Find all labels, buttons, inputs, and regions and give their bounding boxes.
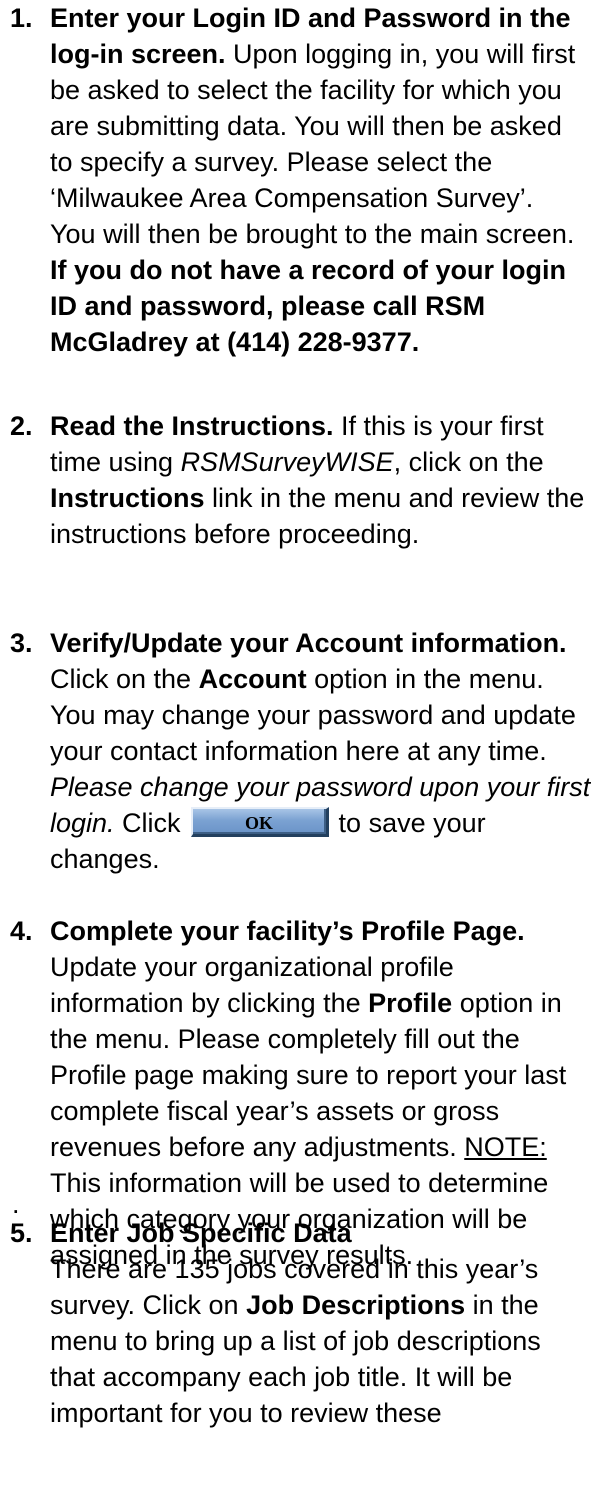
bold-text: Profile	[368, 988, 453, 1018]
step-number: 5.	[10, 1218, 33, 1248]
step-text: Enter Job Specific Data There are 135 job…	[50, 1215, 590, 1431]
text-line: Verify/Update your Account information.	[50, 625, 590, 661]
text-run: revenues before any adjustments.	[50, 1132, 465, 1162]
text-line: instructions before proceeding.	[50, 516, 590, 552]
text-run: that accompany each job title. It will b…	[50, 1362, 513, 1392]
bold-text: Read the Instructions.	[50, 411, 334, 441]
text-line: Enter your Login ID and Password in the	[50, 0, 590, 36]
text-run: information by clicking the	[50, 988, 369, 1018]
italic-text: RSMSurveyWISE	[180, 447, 394, 477]
ok-button[interactable]: OK	[190, 806, 329, 837]
italic-text: Please change your password upon your fi…	[50, 772, 591, 802]
text-line: This information will be used to determi…	[50, 1165, 590, 1201]
text-line: Instructions link in the menu and review…	[50, 480, 590, 516]
text-run: instructions before proceeding.	[50, 519, 420, 549]
text-run: to save your	[338, 808, 486, 838]
bold-text: Enter Job Specific Data	[50, 1218, 352, 1248]
text-line: menu to bring up a list of job descripti…	[50, 1323, 590, 1359]
underlined-text: NOTE:	[464, 1132, 547, 1162]
bold-text: Account	[198, 664, 307, 694]
text-line: time using RSMSurveyWISE, click on the	[50, 444, 590, 480]
text-line: information by clicking the Profile opti…	[50, 985, 590, 1021]
bold-text: ID and password, please call RSM	[50, 291, 486, 321]
text-line: the menu. Please completely fill out the	[50, 1021, 590, 1057]
bold-text: If you do not have a record of your logi…	[50, 255, 567, 285]
text-run: ‘Milwaukee Area Compensation Survey’.	[50, 183, 534, 213]
text-run: option in the menu.	[306, 664, 544, 694]
text-line: ‘Milwaukee Area Compensation Survey’.	[50, 180, 590, 216]
bold-text: McGladrey at (414) 228-9377.	[50, 327, 420, 357]
text-line: Update your organizational profile	[50, 949, 590, 985]
text-line: Complete your facility’s Profile Page.	[50, 913, 590, 949]
text-run: changes.	[50, 844, 160, 874]
text-line: complete fiscal year’s assets or gross	[50, 1093, 590, 1129]
text-line: Enter Job Specific Data	[50, 1215, 590, 1251]
text-line: Click on the Account option in the menu.	[50, 661, 590, 697]
text-run: your contact information here at any tim…	[50, 736, 547, 766]
text-run: survey. Click on	[50, 1290, 247, 1320]
bold-text: Job Descriptions	[246, 1290, 466, 1320]
text-run: Profile page making sure to report your …	[50, 1060, 567, 1090]
text-line: login. Click OK to save your	[50, 805, 590, 841]
text-line: ID and password, please call RSM	[50, 288, 590, 324]
step-number: 2.	[10, 411, 33, 441]
italic-text: login.	[50, 808, 115, 838]
text-line: You will then be brought to the main scr…	[50, 216, 590, 252]
text-line: be asked to select the facility for whic…	[50, 72, 590, 108]
text-line: revenues before any adjustments. NOTE:	[50, 1129, 590, 1165]
text-line: important for you to review these	[50, 1395, 590, 1431]
text-line: If you do not have a record of your logi…	[50, 252, 590, 288]
bold-text: log-in screen.	[50, 39, 226, 69]
text-line: Read the Instructions. If this is your f…	[50, 408, 590, 444]
text-run: You will then be brought to the main scr…	[50, 219, 575, 249]
text-line: changes.	[50, 841, 590, 877]
text-run: important for you to review these	[50, 1398, 442, 1428]
text-run: There are 135 jobs covered in this year’…	[50, 1254, 539, 1284]
text-line: to specify a survey. Please select the	[50, 144, 590, 180]
text-run: menu to bring up a list of job descripti…	[50, 1326, 541, 1356]
text-run: the menu. Please completely fill out the	[50, 1024, 520, 1054]
step-text: Read the Instructions. If this is your f…	[50, 408, 590, 552]
text-run: to specify a survey. Please select the	[50, 147, 493, 177]
text-run: link in the menu and review the	[204, 483, 585, 513]
text-run: Update your organizational profile	[50, 952, 454, 982]
text-line: Profile page making sure to report your …	[50, 1057, 590, 1093]
text-line: There are 135 jobs covered in this year’…	[50, 1251, 590, 1287]
text-line: survey. Click on Job Descriptions in the	[50, 1287, 590, 1323]
step-number: 4.	[10, 916, 33, 946]
text-line: You may change your password and update	[50, 697, 590, 733]
text-run: Click on the	[50, 664, 199, 694]
text-run: This information will be used to determi…	[50, 1168, 549, 1198]
step-number: 1.	[10, 3, 33, 33]
text-line: Please change your password upon your fi…	[50, 769, 590, 805]
text-run: in the	[465, 1290, 539, 1320]
text-line: that accompany each job title. It will b…	[50, 1359, 590, 1395]
text-line: McGladrey at (414) 228-9377.	[50, 324, 590, 360]
bold-text: Verify/Update your Account information.	[50, 628, 567, 658]
text-run: Click	[114, 808, 181, 838]
text-line: are submitting data. You will then be as…	[50, 108, 590, 144]
text-run: , click on the	[393, 447, 544, 477]
step-text: Verify/Update your Account information. C…	[50, 625, 590, 877]
text-run: complete fiscal year’s assets or gross	[50, 1096, 500, 1126]
bold-text: Enter your Login ID and Password in the	[50, 3, 571, 33]
text-run: If this is your first	[333, 411, 544, 441]
text-run: You may change your password and update	[50, 700, 576, 730]
text-run: Upon logging in, you will first	[225, 39, 576, 69]
text-line: your contact information here at any tim…	[50, 733, 590, 769]
text-run: option in	[452, 988, 562, 1018]
text-run: time using	[50, 447, 181, 477]
text-line: log-in screen. Upon logging in, you will…	[50, 36, 590, 72]
bold-text: Complete your facility’s Profile Page.	[50, 916, 525, 946]
text-run: are submitting data. You will then be as…	[50, 111, 562, 141]
text-run: be asked to select the facility for whic…	[50, 75, 562, 105]
step-number: 3.	[10, 628, 33, 658]
bold-text: Instructions	[50, 483, 205, 513]
step-text: Enter your Login ID and Password in the l…	[50, 0, 590, 360]
